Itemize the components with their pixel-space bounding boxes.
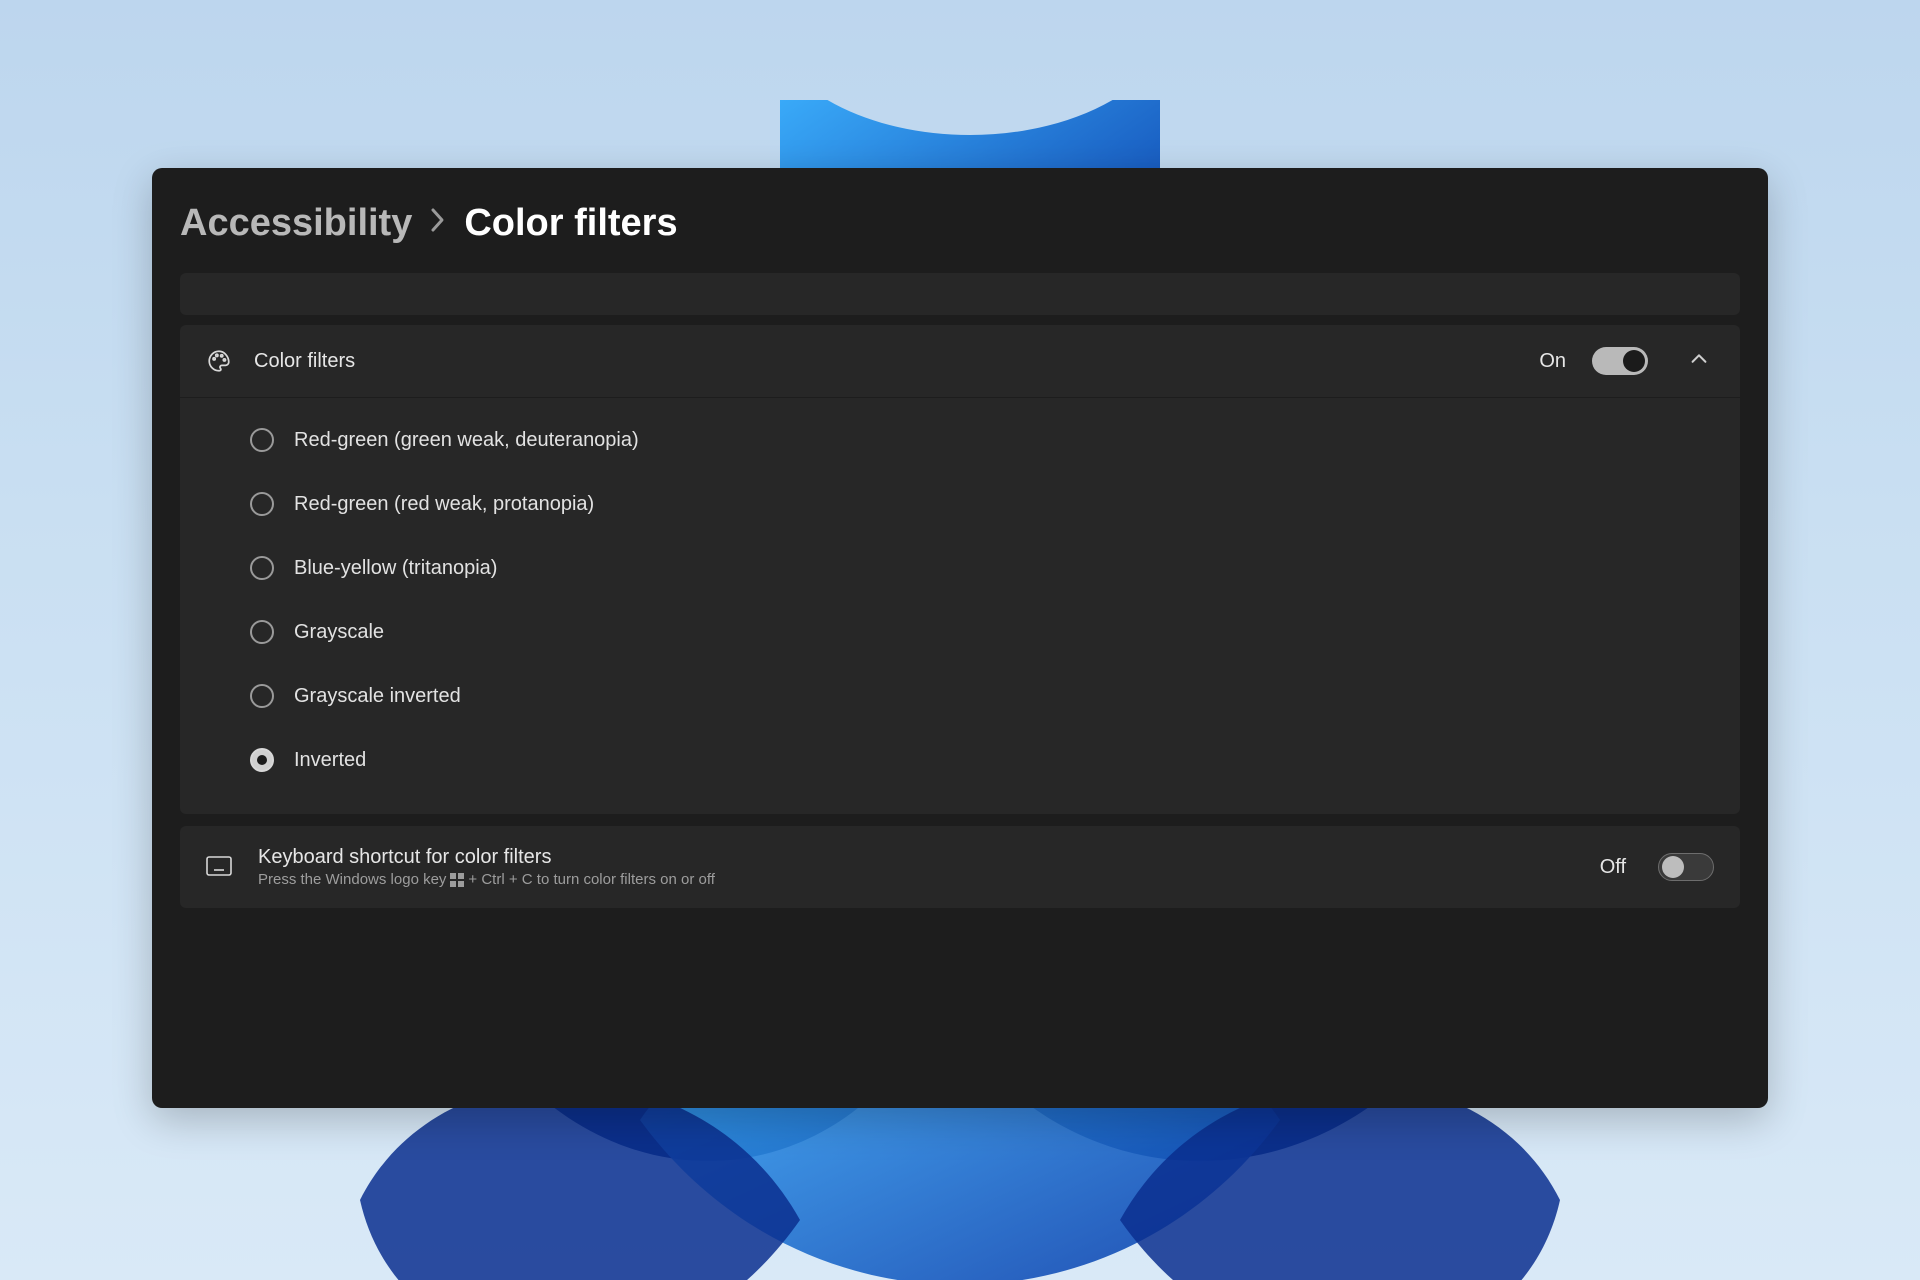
- radio-icon: [250, 684, 274, 708]
- radio-icon: [250, 620, 274, 644]
- keyboard-icon: [206, 856, 232, 878]
- option-label: Inverted: [294, 749, 366, 772]
- color-filter-options: Red-green (green weak, deuteranopia) Red…: [180, 397, 1740, 814]
- color-filters-toggle[interactable]: [1592, 347, 1648, 375]
- breadcrumb-current: Color filters: [464, 202, 677, 245]
- radio-icon: [250, 492, 274, 516]
- preview-bar: [180, 273, 1740, 315]
- breadcrumb-parent[interactable]: Accessibility: [180, 202, 412, 245]
- option-label: Grayscale inverted: [294, 685, 461, 708]
- radio-icon: [250, 428, 274, 452]
- keyboard-shortcut-description: Press the Windows logo key + Ctrl + C to…: [258, 871, 1574, 888]
- option-label: Blue-yellow (tritanopia): [294, 557, 497, 580]
- option-label: Red-green (red weak, protanopia): [294, 493, 594, 516]
- color-filters-state-label: On: [1539, 350, 1566, 373]
- color-filters-header[interactable]: Color filters On: [180, 325, 1740, 397]
- settings-panel: Accessibility Color filters Color filter…: [152, 168, 1768, 1108]
- option-inverted[interactable]: Inverted: [180, 728, 1740, 792]
- color-filters-card: Color filters On Red-green (green weak, …: [180, 325, 1740, 814]
- keyboard-shortcut-toggle[interactable]: [1658, 853, 1714, 881]
- keyboard-shortcut-text: Keyboard shortcut for color filters Pres…: [258, 846, 1574, 888]
- option-deuteranopia[interactable]: Red-green (green weak, deuteranopia): [180, 408, 1740, 472]
- option-label: Red-green (green weak, deuteranopia): [294, 429, 639, 452]
- palette-icon: [206, 348, 232, 374]
- keyboard-shortcut-state-label: Off: [1600, 856, 1626, 879]
- color-filters-title: Color filters: [254, 350, 1517, 373]
- option-grayscale[interactable]: Grayscale: [180, 600, 1740, 664]
- chevron-up-icon[interactable]: [1688, 348, 1714, 374]
- radio-icon: [250, 748, 274, 772]
- breadcrumb: Accessibility Color filters: [152, 168, 1768, 273]
- chevron-right-icon: [430, 207, 446, 241]
- option-tritanopia[interactable]: Blue-yellow (tritanopia): [180, 536, 1740, 600]
- windows-logo-icon: [450, 873, 464, 887]
- keyboard-shortcut-title: Keyboard shortcut for color filters: [258, 846, 1574, 869]
- option-grayscale-inverted[interactable]: Grayscale inverted: [180, 664, 1740, 728]
- option-protanopia[interactable]: Red-green (red weak, protanopia): [180, 472, 1740, 536]
- radio-icon: [250, 556, 274, 580]
- option-label: Grayscale: [294, 621, 384, 644]
- keyboard-shortcut-card[interactable]: Keyboard shortcut for color filters Pres…: [180, 826, 1740, 908]
